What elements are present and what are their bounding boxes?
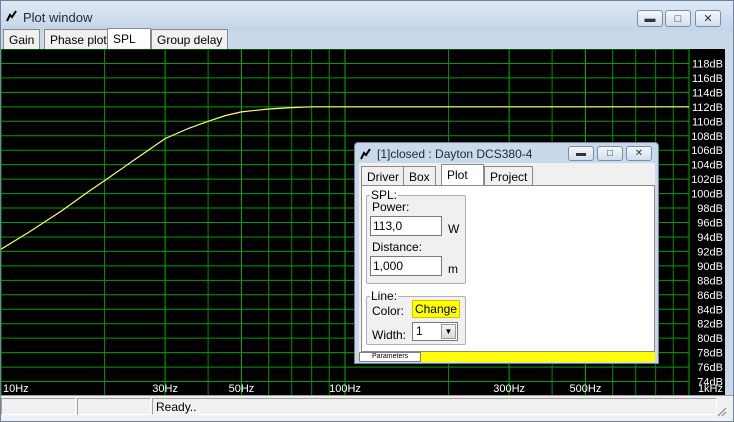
parameters-tab[interactable]: Parameters bbox=[359, 352, 421, 362]
tab-driver[interactable]: Driver bbox=[361, 166, 405, 185]
dialog-title: [1]closed : Dayton DCS380-4 bbox=[377, 147, 533, 161]
y-tick-label: 92dB bbox=[697, 246, 723, 258]
x-tick-label: 1kHz bbox=[698, 383, 723, 395]
y-tick-label: 90dB bbox=[697, 261, 723, 273]
status-pane-1 bbox=[1, 398, 76, 415]
tab-box[interactable]: Box bbox=[403, 166, 436, 185]
tab-gain[interactable]: Gain bbox=[3, 29, 41, 49]
y-tick-label: 100dB bbox=[691, 189, 723, 201]
width-label: Width: bbox=[372, 328, 407, 342]
y-tick-label: 118dB bbox=[692, 58, 723, 70]
status-bar: Ready.. bbox=[1, 395, 733, 421]
power-unit: W bbox=[448, 222, 460, 236]
maximize-icon: □ bbox=[606, 148, 614, 159]
tab-plot[interactable]: Plot bbox=[441, 164, 484, 185]
y-tick-label: 106dB bbox=[691, 145, 723, 157]
dialog-body: Driver Box Plot Project SPL: Power: W Di… bbox=[359, 163, 655, 362]
maximize-button[interactable]: □ bbox=[665, 10, 691, 27]
power-input[interactable] bbox=[370, 216, 442, 236]
dialog-maximize-button[interactable]: □ bbox=[597, 146, 623, 161]
speaker-dialog: [1]closed : Dayton DCS380-4 ▬ □ ✕ Driver… bbox=[354, 142, 659, 364]
dialog-minimize-button[interactable]: ▬ bbox=[568, 146, 594, 161]
maximize-icon: □ bbox=[674, 12, 682, 25]
chevron-down-icon[interactable]: ▼ bbox=[441, 324, 456, 339]
y-tick-label: 116dB bbox=[692, 73, 723, 85]
window-title: Plot window bbox=[23, 10, 93, 25]
status-pane-2 bbox=[77, 398, 151, 415]
minimize-icon: ▬ bbox=[576, 148, 586, 159]
y-tick-label: 78dB bbox=[697, 348, 723, 360]
x-tick-label: 50Hz bbox=[229, 383, 255, 395]
minimize-icon: ▬ bbox=[644, 12, 656, 25]
x-tick-label: 30Hz bbox=[152, 383, 178, 395]
tab-spl[interactable]: SPL bbox=[107, 28, 151, 49]
distance-unit: m bbox=[448, 262, 458, 276]
y-tick-label: 102dB bbox=[691, 174, 723, 186]
distance-label: Distance: bbox=[372, 240, 423, 254]
y-tick-label: 112dB bbox=[692, 102, 723, 114]
parameters-bar: Parameters bbox=[359, 352, 655, 362]
close-icon: ✕ bbox=[703, 13, 713, 25]
x-tick-label: 100Hz bbox=[329, 383, 361, 395]
app-icon bbox=[360, 148, 371, 160]
y-tick-label: 108dB bbox=[691, 131, 723, 143]
line-group-label: Line: bbox=[371, 289, 398, 303]
y-tick-label: 84dB bbox=[697, 304, 723, 316]
power-label: Power: bbox=[372, 200, 410, 214]
close-icon: ✕ bbox=[634, 148, 644, 159]
y-tick-label: 88dB bbox=[697, 275, 723, 287]
close-button[interactable]: ✕ bbox=[695, 10, 721, 27]
x-tick-label: 300Hz bbox=[493, 383, 525, 395]
y-tick-label: 94dB bbox=[697, 232, 723, 244]
change-color-button[interactable]: Change bbox=[412, 300, 460, 318]
y-tick-label: 104dB bbox=[691, 160, 723, 172]
width-select[interactable]: 1 ▼ bbox=[412, 322, 458, 341]
resize-grip-icon[interactable] bbox=[715, 405, 727, 417]
x-tick-label: 500Hz bbox=[570, 383, 602, 395]
plot-tab-panel: SPL: Power: W Distance: m Line: Color: C… bbox=[361, 185, 655, 352]
status-text: Ready.. bbox=[152, 398, 717, 415]
tab-phase-plot[interactable]: Phase plot bbox=[44, 29, 113, 49]
y-tick-label: 86dB bbox=[697, 290, 723, 302]
app-icon bbox=[6, 10, 17, 22]
distance-input[interactable] bbox=[370, 256, 442, 276]
tab-project[interactable]: Project bbox=[484, 166, 534, 185]
y-tick-label: 80dB bbox=[697, 333, 723, 345]
y-tick-label: 110dB bbox=[692, 116, 723, 128]
width-value: 1 bbox=[416, 324, 423, 338]
y-tick-label: 96dB bbox=[697, 218, 723, 230]
dialog-close-button[interactable]: ✕ bbox=[626, 146, 652, 161]
y-tick-label: 82dB bbox=[697, 319, 723, 331]
y-tick-label: 114dB bbox=[692, 87, 723, 99]
x-tick-label: 10Hz bbox=[3, 383, 29, 395]
tab-group-delay[interactable]: Group delay bbox=[151, 29, 229, 49]
y-tick-label: 76dB bbox=[697, 362, 723, 374]
minimize-button[interactable]: ▬ bbox=[637, 10, 663, 27]
color-label: Color: bbox=[372, 304, 405, 318]
y-tick-label: 98dB bbox=[697, 203, 723, 215]
title-bar[interactable]: Plot window ▬ □ ✕ bbox=[1, 1, 733, 31]
